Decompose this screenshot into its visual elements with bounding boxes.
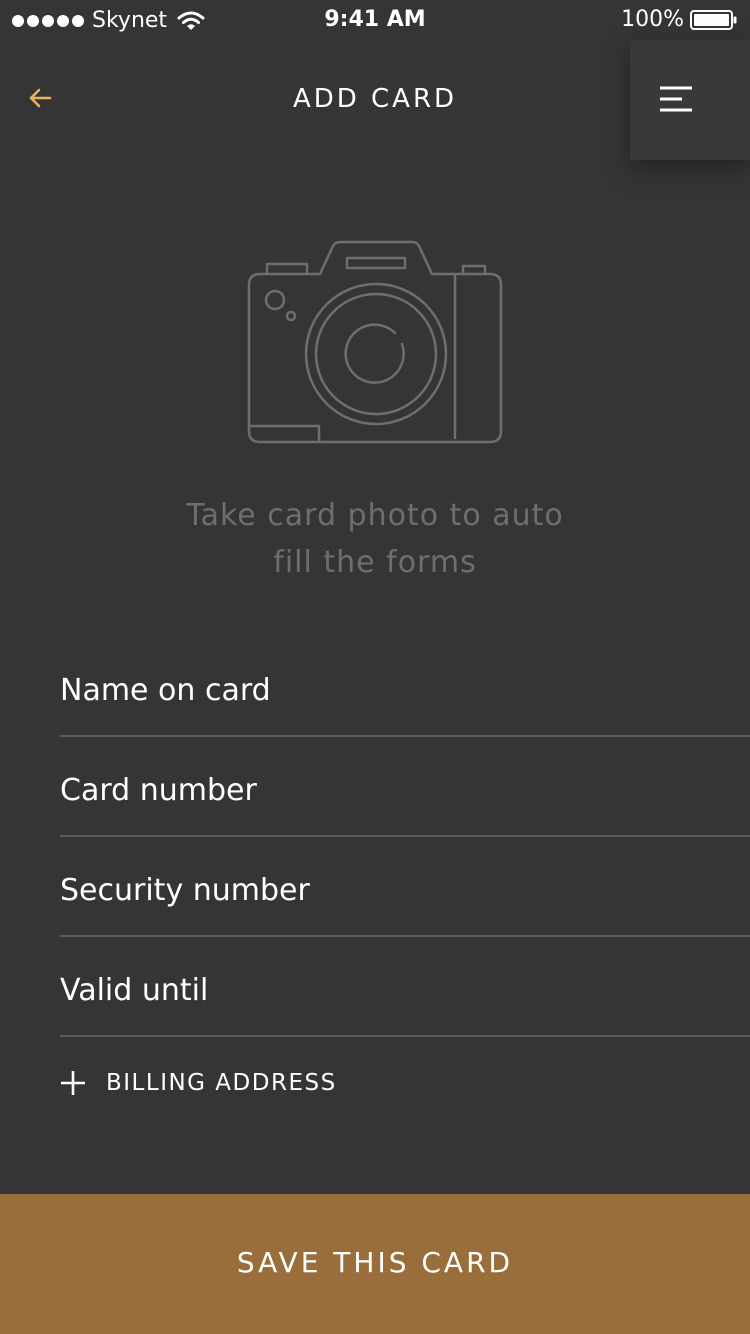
save-card-button[interactable]: SAVE THIS CARD: [0, 1194, 750, 1334]
status-right: 100%: [621, 7, 738, 32]
valid-until-field[interactable]: Valid until: [60, 937, 750, 1037]
card-number-field[interactable]: Card number: [60, 737, 750, 837]
billing-address-label: BILLING ADDRESS: [106, 1070, 337, 1096]
add-card-screen: Skynet 9:41 AM 100% ADD CARD Take card p…: [0, 0, 750, 1334]
menu-icon: [660, 86, 692, 112]
security-number-field[interactable]: Security number: [60, 837, 750, 937]
camera-icon[interactable]: [245, 238, 507, 448]
billing-address-toggle[interactable]: BILLING ADDRESS: [60, 1070, 337, 1096]
name-on-card-field[interactable]: Name on card: [60, 637, 750, 737]
menu-button[interactable]: [630, 40, 750, 160]
status-bar: Skynet 9:41 AM 100%: [0, 0, 750, 40]
battery-icon: [690, 9, 737, 30]
battery-percent: 100%: [621, 7, 684, 32]
photo-hint-line1: Take card photo to auto: [186, 498, 564, 533]
photo-hint: Take card photo to auto fill the forms: [120, 492, 630, 586]
plus-icon: [61, 1071, 85, 1095]
photo-hint-line2: fill the forms: [273, 545, 477, 580]
